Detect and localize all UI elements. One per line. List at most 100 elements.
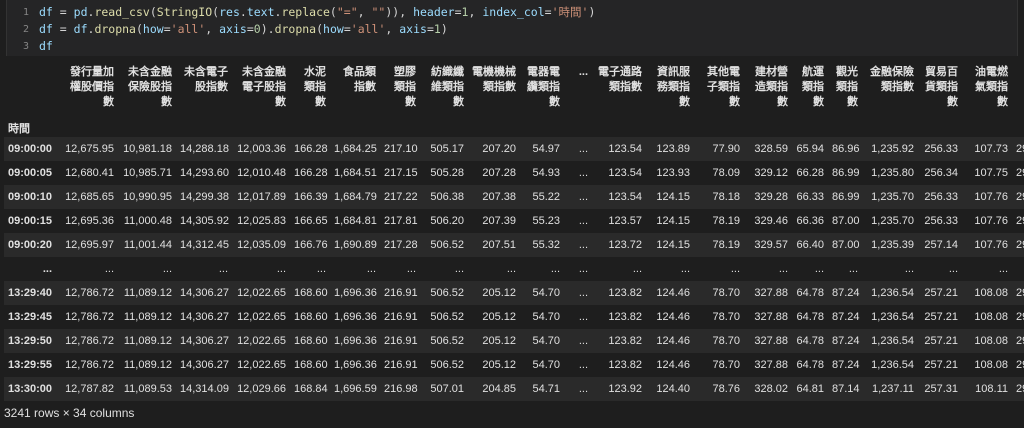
column-header: 油電燃氣類指數 xyxy=(975,66,1008,108)
table-cell: 107.76 xyxy=(974,191,1008,203)
row-index: 13:29:55 xyxy=(8,359,53,371)
table-cell: 14,314.09 xyxy=(180,383,229,395)
table-cell: 290.39 xyxy=(1016,311,1024,323)
table-cell: 123.82 xyxy=(608,335,642,347)
table-cell: 1,235.70 xyxy=(871,191,914,203)
table-cell: 86.96 xyxy=(832,143,860,155)
table-cell: 205.12 xyxy=(482,335,516,347)
table-cell: ... xyxy=(578,191,588,203)
dataframe-body: 09:00:00 12,675.95 10,981.18 14,288.18 12,00… xyxy=(4,137,1024,401)
table-cell: 14,305.92 xyxy=(180,215,229,227)
table-cell: ... xyxy=(506,263,516,275)
line-number: 2 xyxy=(22,24,29,35)
code-text: df xyxy=(39,39,53,53)
table-cell: 54.97 xyxy=(532,143,560,155)
table-cell: 216.98 xyxy=(384,383,418,395)
column-header-row: 發行量加權股價指數 未含金融保險股指數 未含電子股指數 未含金融電子股指數 水泥類指數食… xyxy=(4,58,1024,119)
table-cell: 207.38 xyxy=(482,191,516,203)
table-cell: 78.70 xyxy=(712,359,740,371)
table-cell: 329.57 xyxy=(754,239,788,251)
row-index: 13:29:45 xyxy=(8,311,53,323)
table-row: 09:00:00 12,675.95 10,981.18 14,288.18 12,00… xyxy=(4,137,1024,161)
table-row: 13:29:40 12,786.72 11,089.12 14,306.27 12,02… xyxy=(4,281,1024,305)
table-cell: 12,029.66 xyxy=(237,383,286,395)
table-cell: 107.76 xyxy=(974,215,1008,227)
table-cell: 14,299.38 xyxy=(180,191,229,203)
table-cell: 1,684.25 xyxy=(334,143,377,155)
column-header: 貿易百貨類指數 xyxy=(925,66,958,108)
table-cell: 205.12 xyxy=(482,287,516,299)
table-cell: 506.52 xyxy=(430,311,464,323)
table-cell: 87.24 xyxy=(832,359,860,371)
dataframe-shape: 3241 rows × 34 columns xyxy=(4,406,135,420)
table-cell: 11,000.48 xyxy=(123,215,172,227)
table-cell: 123.89 xyxy=(656,143,690,155)
table-cell: 78.70 xyxy=(712,311,740,323)
table-cell: 168.60 xyxy=(294,359,328,371)
table-cell: 123.82 xyxy=(608,359,642,371)
table-cell: 108.08 xyxy=(974,311,1008,323)
column-header: 未含金融電子股指數 xyxy=(242,66,286,108)
table-cell: 77.90 xyxy=(712,143,740,155)
row-index: 13:29:40 xyxy=(8,287,53,299)
index-name-spacer xyxy=(744,119,792,137)
table-cell: 1,235.92 xyxy=(871,143,914,155)
table-cell: 1,236.54 xyxy=(871,311,914,323)
table-cell: 166.76 xyxy=(294,239,328,251)
table-cell: 12,010.48 xyxy=(237,167,286,179)
row-index: 13:29:50 xyxy=(8,335,53,347)
table-cell: 123.92 xyxy=(608,383,642,395)
table-cell: 64.78 xyxy=(796,287,824,299)
table-cell: 108.08 xyxy=(974,287,1008,299)
table-cell: 217.15 xyxy=(384,167,418,179)
column-header: 其他電子類指數 xyxy=(707,66,740,108)
row-index: 13:30:00 xyxy=(8,383,53,395)
table-cell: 256.33 xyxy=(924,143,958,155)
table-cell: 168.60 xyxy=(294,287,328,299)
table-cell: 1,696.36 xyxy=(334,287,377,299)
table-cell: ... xyxy=(276,263,286,275)
table-cell: 205.12 xyxy=(482,359,516,371)
table-cell: 12,675.95 xyxy=(65,143,114,155)
table-cell: 66.40 xyxy=(796,239,824,251)
table-cell: 86.99 xyxy=(832,167,860,179)
table-cell: 291.45 xyxy=(1016,239,1024,251)
table-cell: ... xyxy=(578,287,588,299)
table-cell: 123.82 xyxy=(608,287,642,299)
index-name-row: 時間 xyxy=(4,119,1024,137)
index-name-spacer xyxy=(646,119,694,137)
table-cell: 1,696.36 xyxy=(334,359,377,371)
column-header: 資訊服務類指數 xyxy=(657,66,690,108)
table-cell: 1,237.11 xyxy=(871,383,914,395)
code-cell[interactable]: 1 df = pd.read_csv(StringIO(res.text.rep… xyxy=(6,0,1018,56)
table-cell: 1,696.59 xyxy=(334,383,377,395)
table-cell: 107.75 xyxy=(974,167,1008,179)
table-cell: ... xyxy=(1012,257,1024,281)
table-cell: 124.40 xyxy=(656,383,690,395)
table-cell: ... xyxy=(578,383,588,395)
table-cell: 11,001.44 xyxy=(123,239,172,251)
table-cell: ... xyxy=(578,143,588,155)
table-row: 13:29:55 12,786.72 11,089.12 14,306.27 12,02… xyxy=(4,353,1024,377)
table-cell: ... xyxy=(454,263,464,275)
table-cell: 78.09 xyxy=(712,167,740,179)
table-cell: 257.21 xyxy=(924,335,958,347)
table-cell: 327.88 xyxy=(754,311,788,323)
table-cell: 1,236.54 xyxy=(871,359,914,371)
table-cell: ... xyxy=(814,263,824,275)
table-cell: 12,786.72 xyxy=(65,335,114,347)
table-cell: 1,235.39 xyxy=(871,239,914,251)
table-cell: 12,022.65 xyxy=(237,359,286,371)
table-cell: 87.24 xyxy=(832,335,860,347)
column-header: 塑膠類指數 xyxy=(394,66,416,108)
table-cell: 78.70 xyxy=(712,287,740,299)
column-header: 未含電子股指數 xyxy=(184,66,228,93)
column-header: 水泥類指數 xyxy=(304,66,326,108)
table-cell: 10,990.95 xyxy=(123,191,172,203)
column-header: 食品類指數 xyxy=(343,66,376,93)
table-cell: 257.21 xyxy=(924,359,958,371)
table-cell: 108.08 xyxy=(974,359,1008,371)
table-cell: 290.39 xyxy=(1016,287,1024,299)
index-name-spacer xyxy=(468,119,520,137)
table-cell: 257.21 xyxy=(924,287,958,299)
